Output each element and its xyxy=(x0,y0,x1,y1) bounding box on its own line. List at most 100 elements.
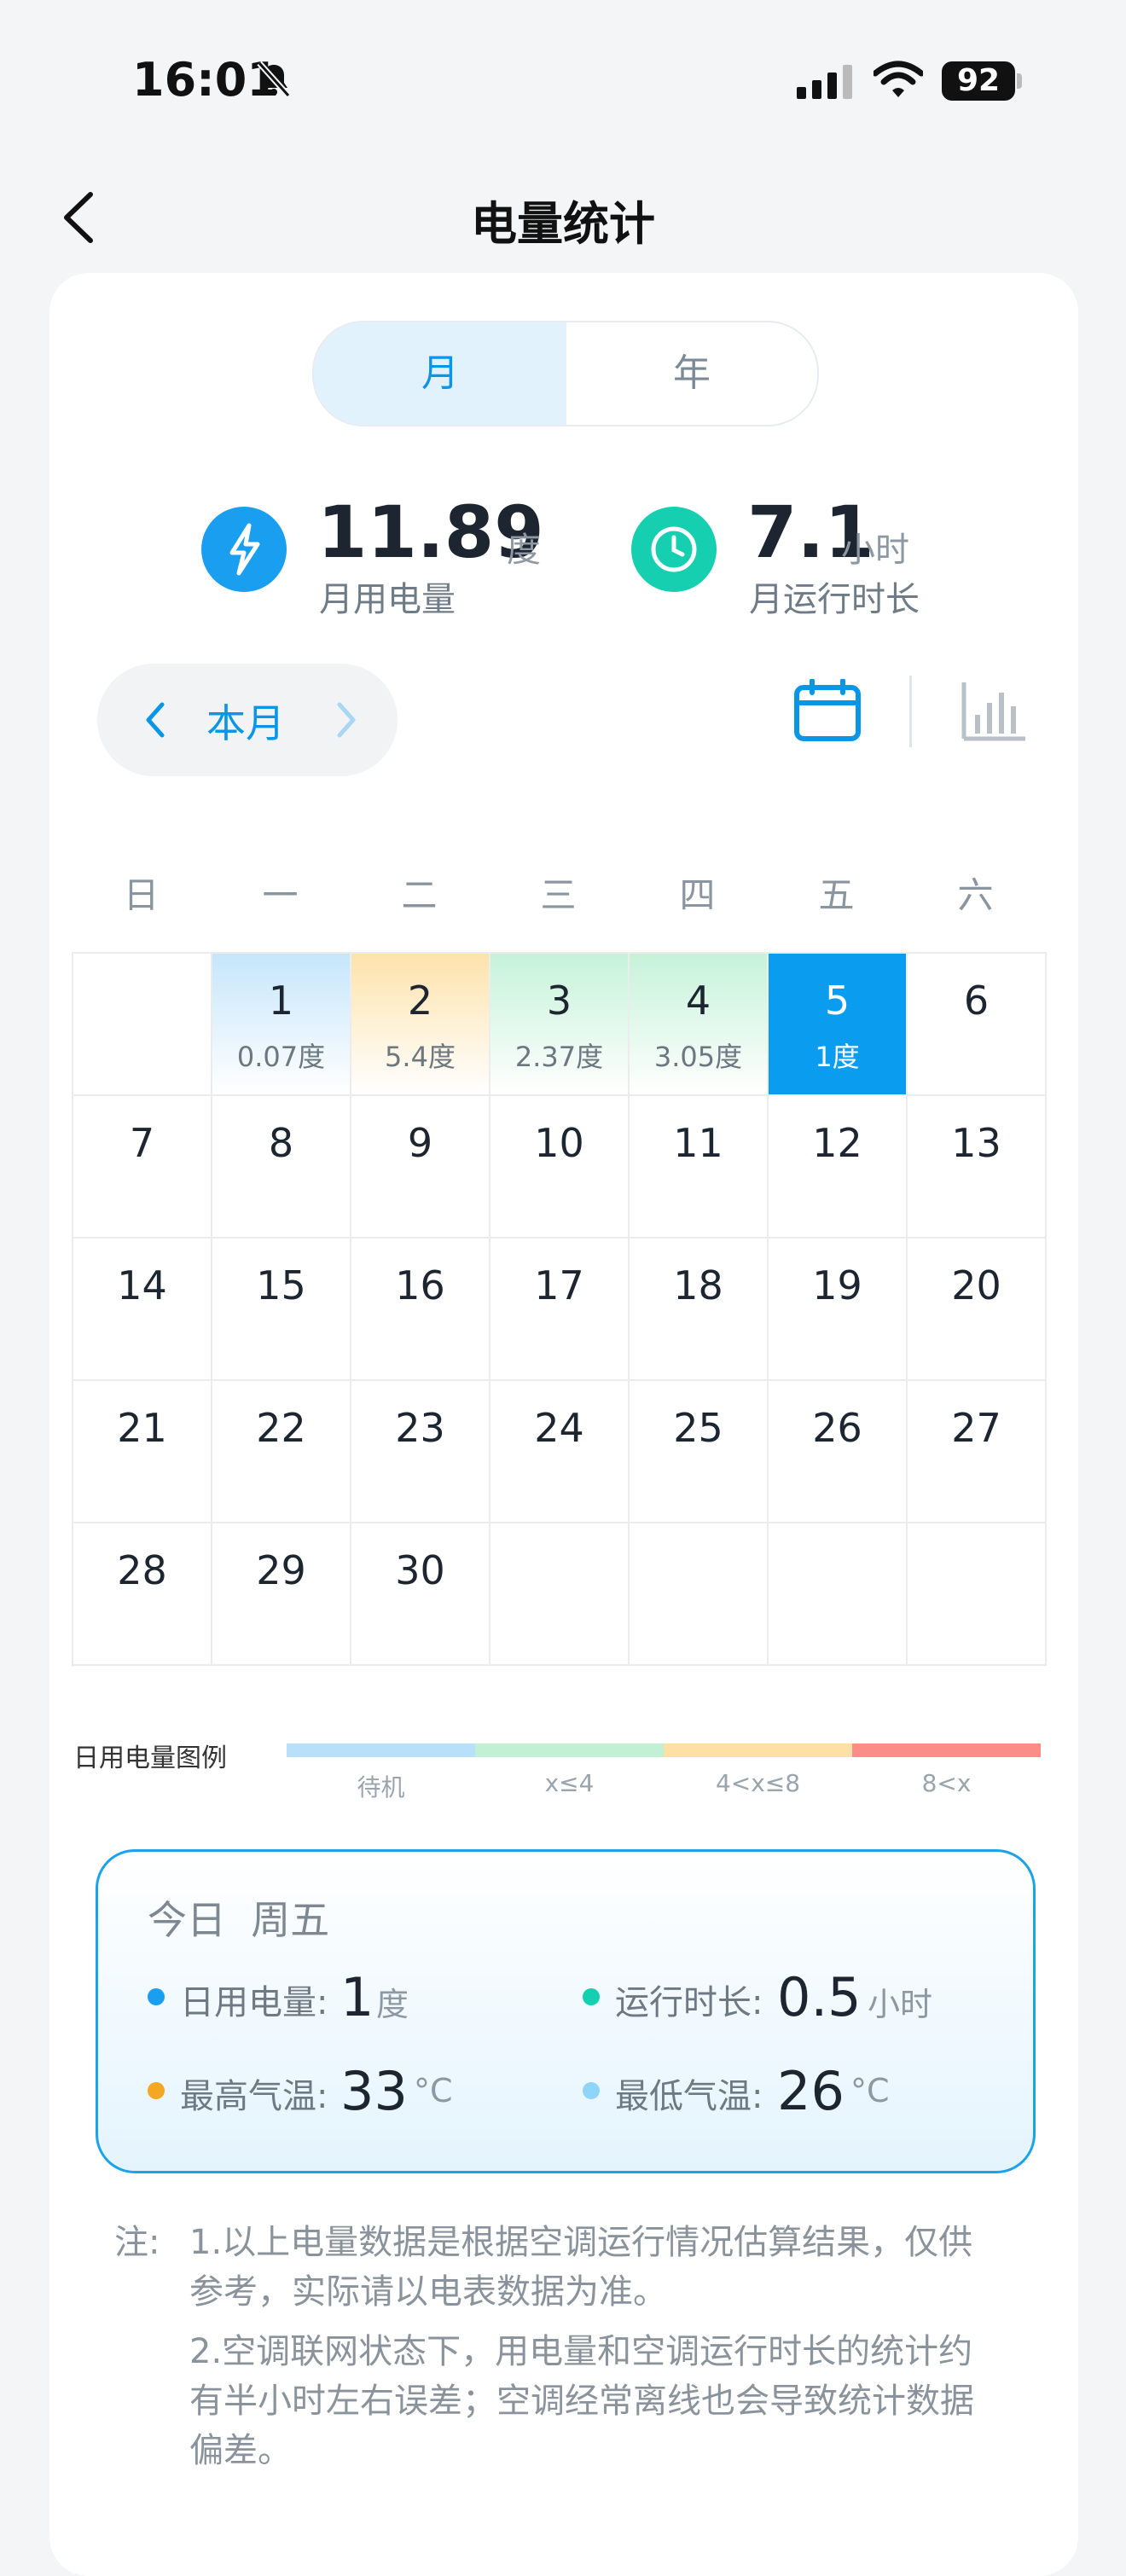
weekday-fri: 五 xyxy=(818,874,855,916)
legend-label-high: 8<x xyxy=(921,1769,972,1797)
legend-swatch-high xyxy=(852,1743,1041,1757)
day-number: 17 xyxy=(534,1262,584,1308)
power-dot xyxy=(148,1988,165,2005)
calendar-day-cell[interactable]: 29 xyxy=(212,1523,351,1666)
calendar-day-cell[interactable]: 7 xyxy=(73,1096,212,1239)
wifi-icon xyxy=(874,61,923,97)
calendar-day-cell[interactable]: 19 xyxy=(769,1239,908,1381)
calendar-day-cell[interactable]: 24 xyxy=(490,1381,630,1523)
calendar-view-icon[interactable] xyxy=(793,679,862,744)
calendar-day-cell-today[interactable]: 5 1度 xyxy=(769,954,908,1096)
today-summary-panel: 今日 周五 日用电量: 1 度 运行时长: 0.5 小时 最高气温: 33 °C… xyxy=(96,1849,1036,2173)
clock-icon xyxy=(631,507,717,592)
legend-swatch-low xyxy=(475,1743,664,1757)
tab-month[interactable]: 月 xyxy=(314,322,566,425)
month-runtime-label: 月运行时长 xyxy=(749,580,920,619)
legend-label-low: x≤4 xyxy=(544,1769,595,1797)
notes-prefix: 注: xyxy=(114,2223,160,2262)
current-month-label: 本月 xyxy=(206,700,285,746)
today-title: 今日 周五 xyxy=(148,1897,330,1943)
calendar-day-cell[interactable]: 23 xyxy=(351,1381,490,1523)
weekday-sat: 六 xyxy=(957,874,994,916)
weekday-mon: 一 xyxy=(262,874,299,916)
calendar-day-cell[interactable]: 27 xyxy=(908,1381,1047,1523)
calendar-day-cell[interactable]: 16 xyxy=(351,1239,490,1381)
day-number: 24 xyxy=(534,1405,584,1451)
calendar-day-cell[interactable]: 8 xyxy=(212,1096,351,1239)
day-number: 19 xyxy=(812,1262,862,1308)
calendar-day-cell[interactable]: 22 xyxy=(212,1381,351,1523)
today-power-value: 1 xyxy=(340,1966,374,2028)
chevron-left-icon[interactable] xyxy=(130,689,181,751)
calendar-day-cell[interactable]: 20 xyxy=(908,1239,1047,1381)
day-number: 22 xyxy=(256,1405,306,1451)
calendar-day-cell[interactable]: 2 5.4度 xyxy=(351,954,490,1096)
lightning-icon xyxy=(201,507,287,592)
weekday-tue: 二 xyxy=(401,874,438,916)
note-line: 有半小时左右误差；空调经常离线也会导致统计数据 xyxy=(189,2382,974,2421)
calendar-day-cell[interactable]: 17 xyxy=(490,1239,630,1381)
view-divider xyxy=(909,676,912,747)
calendar-day-cell[interactable]: 4 3.05度 xyxy=(630,954,769,1096)
legend-label-mid: 4<x≤8 xyxy=(715,1769,801,1797)
month-navigator: 本月 xyxy=(97,664,398,776)
day-number: 16 xyxy=(395,1262,445,1308)
calendar-day-cell[interactable]: 25 xyxy=(630,1381,769,1523)
day-number: 18 xyxy=(673,1262,723,1308)
today-runtime-value: 0.5 xyxy=(777,1966,862,2028)
bell-muted-icon xyxy=(257,61,291,98)
weekday-sun: 日 xyxy=(123,874,160,916)
day-number: 13 xyxy=(951,1120,1001,1166)
day-number: 9 xyxy=(407,1120,433,1166)
note-line: 参考，实际请以电表数据为准。 xyxy=(189,2272,667,2312)
month-runtime-unit: 小时 xyxy=(841,531,909,570)
calendar-day-cell[interactable]: 30 xyxy=(351,1523,490,1666)
calendar-empty-cell xyxy=(908,1523,1047,1666)
calendar-day-cell[interactable]: 10 xyxy=(490,1096,630,1239)
calendar-day-cell[interactable]: 14 xyxy=(73,1239,212,1381)
note-line: 偏差。 xyxy=(189,2431,292,2470)
battery-indicator: 92 xyxy=(942,61,1015,101)
calendar-day-cell[interactable]: 18 xyxy=(630,1239,769,1381)
day-number: 26 xyxy=(812,1405,862,1451)
bar-chart-view-icon[interactable] xyxy=(961,681,1027,742)
calendar-day-cell[interactable]: 15 xyxy=(212,1239,351,1381)
day-number: 20 xyxy=(951,1262,1001,1308)
day-power: 3.05度 xyxy=(653,1041,743,1073)
calendar-day-cell[interactable]: 9 xyxy=(351,1096,490,1239)
today-max-temp-unit: °C xyxy=(414,2072,453,2109)
calendar-day-cell[interactable]: 26 xyxy=(769,1381,908,1523)
calendar-day-cell[interactable]: 3 2.37度 xyxy=(490,954,630,1096)
legend-title: 日用电量图例 xyxy=(73,1743,227,1773)
today-min-temp-label: 最低气温: xyxy=(615,2077,763,2116)
weekday-thu: 四 xyxy=(679,874,716,916)
today-min-temp-value: 26 xyxy=(777,2060,844,2122)
day-number: 29 xyxy=(256,1547,306,1593)
calendar-day-cell[interactable]: 6 xyxy=(908,954,1047,1096)
runtime-dot xyxy=(583,1988,600,2005)
legend-swatch-standby xyxy=(287,1743,475,1757)
today-power-unit: 度 xyxy=(376,1986,409,2023)
chevron-right-icon[interactable] xyxy=(321,689,372,751)
day-number: 1 xyxy=(268,978,294,1024)
day-number: 6 xyxy=(963,978,990,1024)
day-number: 3 xyxy=(546,978,572,1024)
max-temp-dot xyxy=(148,2082,165,2099)
calendar-day-cell[interactable]: 11 xyxy=(630,1096,769,1239)
calendar-day-cell[interactable]: 13 xyxy=(908,1096,1047,1239)
min-temp-dot xyxy=(583,2082,600,2099)
day-number: 8 xyxy=(268,1120,294,1166)
day-number: 12 xyxy=(812,1120,862,1166)
day-number: 21 xyxy=(117,1405,167,1451)
calendar-day-cell[interactable]: 1 0.07度 xyxy=(212,954,351,1096)
calendar-day-cell[interactable]: 28 xyxy=(73,1523,212,1666)
legend-label-standby: 待机 xyxy=(357,1773,405,1801)
calendar-day-cell[interactable]: 21 xyxy=(73,1381,212,1523)
calendar-empty-cell xyxy=(73,954,212,1096)
calendar-day-cell[interactable]: 12 xyxy=(769,1096,908,1239)
page-title: 电量统计 xyxy=(471,197,655,251)
tab-year[interactable]: 年 xyxy=(566,322,817,425)
day-number: 28 xyxy=(117,1547,167,1593)
calendar-empty-cell xyxy=(630,1523,769,1666)
day-number: 11 xyxy=(673,1120,723,1166)
